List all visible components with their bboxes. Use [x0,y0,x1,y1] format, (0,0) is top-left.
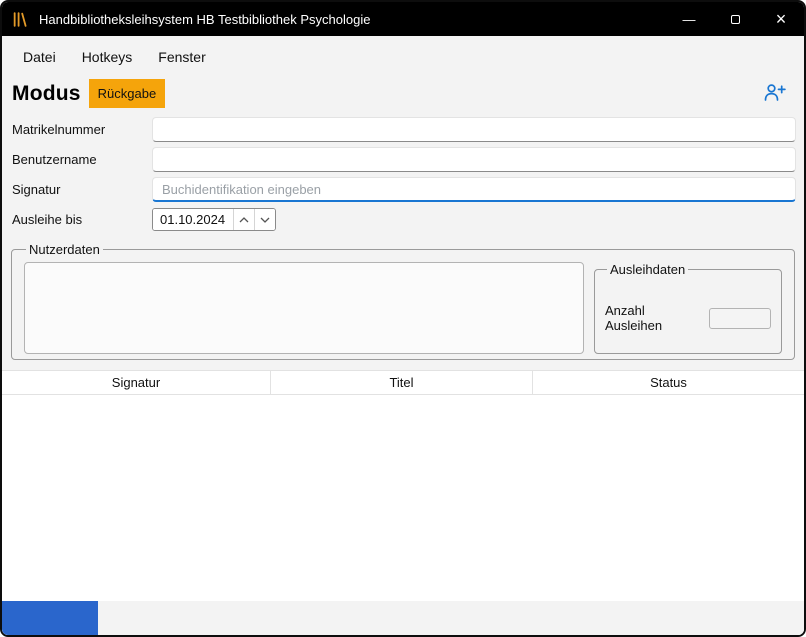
due-date-spinbox[interactable] [152,208,276,231]
benutzername-label: Benutzername [12,152,152,167]
menu-bar: Datei Hotkeys Fenster [2,36,804,76]
matrikelnummer-input[interactable] [152,117,796,142]
benutzername-input[interactable] [152,147,796,172]
date-decrement-button[interactable] [254,209,275,230]
anzahl-ausleihen-row: Anzahl Ausleihen [605,303,771,333]
chevron-up-icon [239,217,249,223]
anzahl-ausleihen-input[interactable] [709,308,771,329]
table-header-status[interactable]: Status [533,371,804,394]
app-logo-icon [12,10,30,28]
minimize-button[interactable]: — [666,2,712,36]
matrikelnummer-row: Matrikelnummer [12,117,804,142]
mode-rueckgabe-button[interactable]: Rückgabe [89,79,166,108]
lending-form: Matrikelnummer Benutzername Signatur Aus… [2,117,804,232]
date-increment-button[interactable] [233,209,254,230]
loans-table: Signatur Titel Status [2,370,804,635]
due-date-input[interactable] [153,209,233,230]
nutzerdaten-textarea[interactable] [24,262,584,354]
matrikelnummer-label: Matrikelnummer [12,122,152,137]
horizontal-scrollbar-thumb[interactable] [2,601,98,635]
chevron-down-icon [260,217,270,223]
signatur-label: Signatur [12,182,152,197]
table-header-titel[interactable]: Titel [271,371,533,394]
modus-label: Modus [12,82,81,106]
maximize-button[interactable] [712,2,758,36]
app-window: Handbibliotheksleihsystem HB Testbibliot… [0,0,806,637]
ausleihe-bis-label: Ausleihe bis [12,212,152,227]
title-bar: Handbibliotheksleihsystem HB Testbibliot… [2,2,804,36]
window-controls: — × [666,2,804,36]
menu-item-hotkeys[interactable]: Hotkeys [69,43,146,71]
menu-item-datei[interactable]: Datei [10,43,69,71]
table-body [2,395,804,601]
horizontal-scrollbar[interactable] [2,601,804,635]
table-header-row: Signatur Titel Status [2,371,804,395]
minimize-icon: — [683,13,696,26]
ausleihe-bis-row: Ausleihe bis [12,207,804,232]
menu-item-fenster[interactable]: Fenster [145,43,218,71]
modus-row: Modus Rückgabe [2,76,804,117]
add-user-icon[interactable] [763,83,786,105]
window-title: Handbibliotheksleihsystem HB Testbibliot… [39,12,370,27]
signatur-row: Signatur [12,177,804,202]
close-icon: × [776,10,787,28]
close-button[interactable]: × [758,2,804,36]
benutzername-row: Benutzername [12,147,804,172]
ausleihdaten-groupbox: Ausleihdaten Anzahl Ausleihen [594,262,782,354]
nutzerdaten-groupbox: Nutzerdaten Ausleihdaten Anzahl Ausleihe… [11,242,795,360]
signatur-input[interactable] [152,177,796,202]
anzahl-ausleihen-label: Anzahl Ausleihen [605,303,701,333]
ausleihdaten-title: Ausleihdaten [607,262,688,277]
nutzerdaten-title: Nutzerdaten [26,242,103,257]
table-header-signatur[interactable]: Signatur [2,371,271,394]
maximize-icon [731,15,740,24]
